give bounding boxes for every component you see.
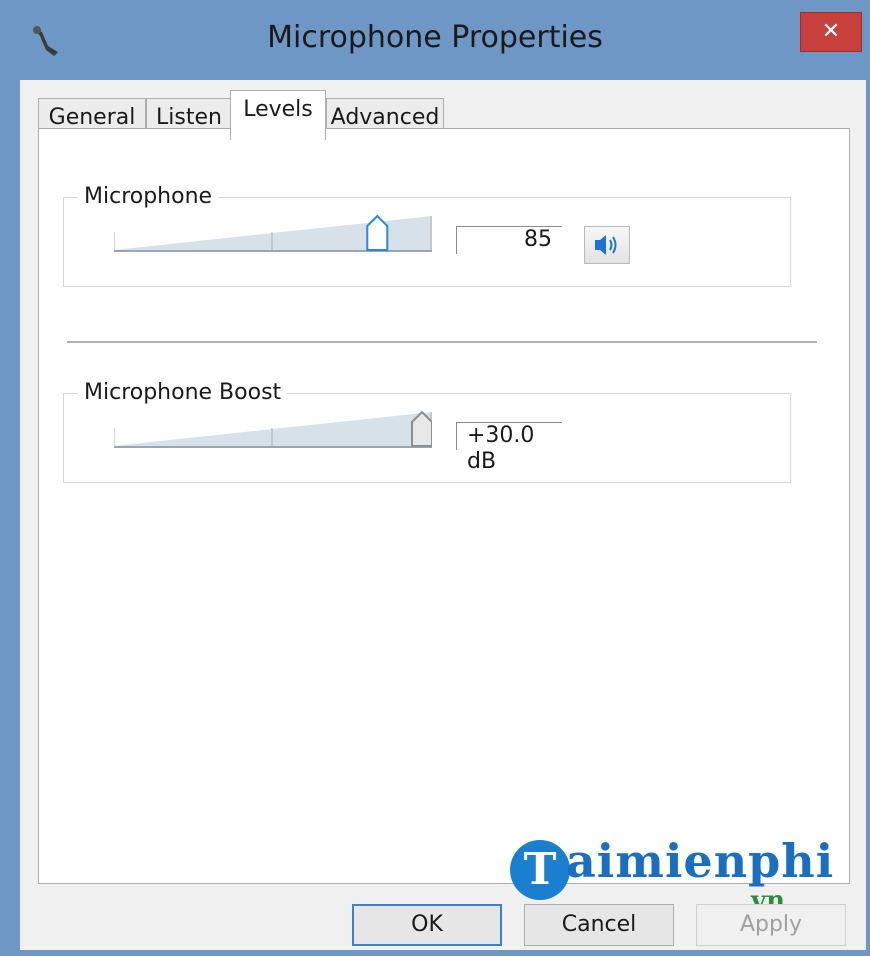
title-bar[interactable]: Microphone Properties ✕ (0, 0, 870, 80)
mute-button[interactable] (584, 226, 630, 264)
speaker-icon (595, 235, 617, 255)
watermark-logo: T aimienphi .vn (510, 832, 833, 916)
dialog-client-area: General Listen Levels Advanced Microphon… (20, 80, 866, 950)
tab-levels[interactable]: Levels (230, 90, 326, 140)
cancel-button[interactable]: Cancel (524, 904, 674, 946)
separator-line (67, 341, 817, 343)
apply-button[interactable]: Apply (696, 904, 846, 946)
close-button[interactable]: ✕ (800, 12, 862, 52)
microphone-level-value[interactable]: 85 (456, 226, 562, 254)
microphone-boost-group-label: Microphone Boost (78, 380, 288, 405)
microphone-level-slider[interactable] (114, 214, 432, 254)
microphone-group-label: Microphone (78, 184, 219, 209)
levels-panel: Microphone 85 Microphone Boost +30.0 dB (38, 128, 850, 884)
window-title: Microphone Properties (267, 20, 603, 55)
dialog-window: Microphone Properties ✕ General Listen L… (0, 0, 870, 956)
ok-button[interactable]: OK (352, 904, 502, 946)
microphone-boost-value[interactable]: +30.0 dB (456, 422, 562, 474)
microphone-group: Microphone 85 (63, 184, 791, 287)
microphone-boost-slider[interactable] (114, 410, 432, 450)
microphone-boost-group: Microphone Boost +30.0 dB (63, 380, 791, 483)
watermark-badge-icon: T (510, 840, 570, 900)
close-icon: ✕ (821, 19, 841, 44)
watermark-brand: aimienphi (566, 834, 835, 888)
